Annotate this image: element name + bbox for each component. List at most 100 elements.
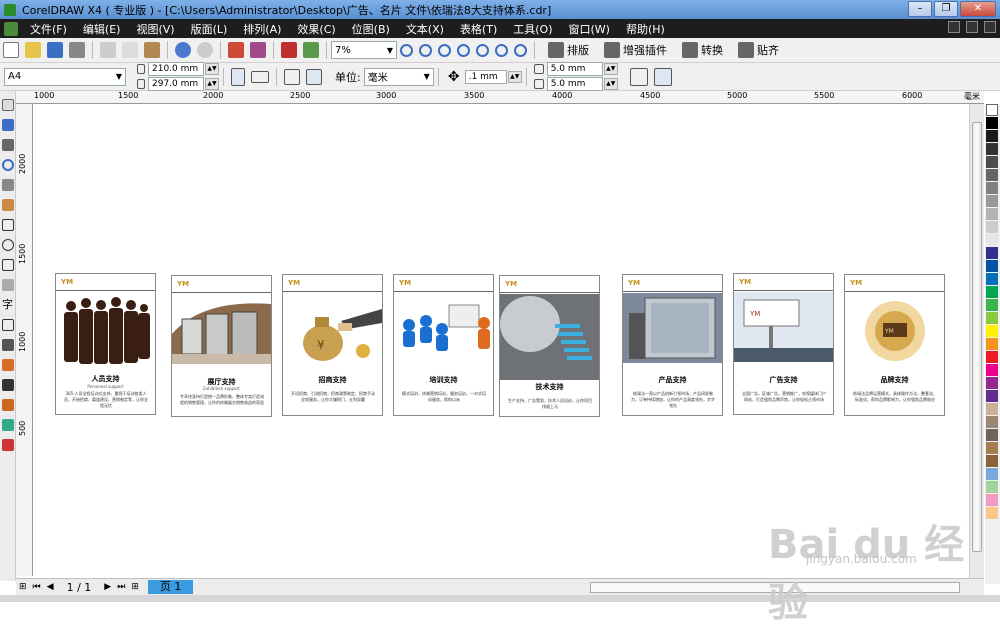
last-page-icon[interactable]: ⏭ — [117, 582, 125, 592]
nudge-field[interactable]: .1 mm — [464, 69, 507, 84]
smart-fill-tool-icon[interactable] — [2, 199, 14, 211]
card-technology[interactable]: YM 技术支持 生产支持，广告策划，技术人员培训，让你项目排顺上马 — [499, 275, 600, 417]
redo-icon[interactable] — [197, 42, 213, 58]
card-product[interactable]: YM 产品支持 依瑞法一直以产品创新引领市场，产品研发聚力，订单持续增加，让你的… — [622, 274, 723, 416]
undo-icon[interactable] — [175, 42, 191, 58]
save-icon[interactable] — [47, 42, 63, 58]
menu-layout[interactable]: 版面(L) — [183, 21, 236, 37]
previous-page-icon[interactable]: ◀ — [47, 582, 54, 592]
menu-tools[interactable]: 工具(O) — [505, 21, 560, 37]
units-combo[interactable]: 毫米 ▼ — [363, 67, 434, 86]
menu-help[interactable]: 帮助(H) — [618, 21, 673, 37]
color-swatch[interactable] — [986, 364, 998, 376]
rectangle-tool-icon[interactable] — [2, 219, 14, 231]
zoom-page-icon[interactable] — [476, 43, 489, 57]
color-swatch[interactable] — [986, 117, 998, 129]
application-launcher-icon[interactable] — [281, 42, 297, 58]
color-swatch[interactable] — [986, 156, 998, 168]
document-icon[interactable] — [4, 21, 18, 36]
nudge-spinner[interactable]: ▲▼ — [507, 70, 522, 83]
color-swatch[interactable] — [986, 221, 998, 233]
color-swatch[interactable] — [986, 143, 998, 155]
zoom-out-icon[interactable] — [419, 43, 432, 57]
plugin-enhance-button[interactable]: 增强插件 — [601, 42, 667, 58]
duplicate-y-spinner[interactable]: ▲▼ — [603, 78, 618, 90]
table-tool-icon[interactable] — [2, 319, 14, 331]
all-pages-icon[interactable] — [284, 68, 300, 85]
zoom-width-icon[interactable] — [495, 43, 508, 57]
card-advertising[interactable]: YM YM 广告支持 全国广告，区域广告，营销推广，央视媒体门户网站，打造强势品… — [733, 273, 834, 415]
plugin-typeset-button[interactable]: 排版 — [545, 42, 589, 58]
export-icon[interactable] — [250, 42, 266, 58]
card-personnel[interactable]: YM 人员支持 Personnel support 365 人员全程培训式支持，… — [55, 273, 156, 415]
doc-restore-button[interactable] — [966, 21, 978, 33]
zoom-selected-icon[interactable] — [438, 43, 451, 57]
print-icon[interactable] — [69, 42, 85, 58]
card-showroom[interactable]: YM 展厅支持 Exhibition support 专享终身持打造统一品牌形象… — [171, 275, 272, 417]
menu-arrange[interactable]: 排列(A) — [235, 21, 289, 37]
pick-tool-icon[interactable] — [2, 99, 14, 111]
color-swatch[interactable] — [986, 169, 998, 181]
doc-close-button[interactable] — [984, 21, 996, 33]
page-height-spinner[interactable]: ▲▼ — [205, 78, 219, 90]
text-tool-icon[interactable]: 字 — [2, 299, 14, 311]
color-swatch[interactable] — [986, 208, 998, 220]
eyedropper-tool-icon[interactable] — [2, 379, 14, 391]
menu-view[interactable]: 视图(V) — [128, 21, 182, 37]
outline-tool-icon[interactable] — [2, 399, 14, 411]
color-swatch[interactable] — [986, 390, 998, 402]
color-swatch[interactable] — [986, 429, 998, 441]
paper-size-combo[interactable]: A4 ▼ — [4, 67, 126, 86]
zoom-level-combo[interactable]: 7% ▼ — [331, 41, 397, 59]
shape-tool-icon[interactable] — [2, 119, 14, 131]
color-swatch[interactable] — [986, 455, 998, 467]
basic-shapes-tool-icon[interactable] — [2, 279, 14, 291]
duplicate-y-field[interactable]: 5.0 mm — [546, 77, 603, 91]
dimension-tool-icon[interactable] — [2, 339, 14, 351]
duplicate-x-spinner[interactable]: ▲▼ — [603, 63, 618, 75]
menu-text[interactable]: 文本(X) — [398, 21, 452, 37]
color-swatch[interactable] — [986, 182, 998, 194]
color-swatch[interactable] — [986, 494, 998, 506]
color-swatch[interactable] — [986, 351, 998, 363]
copy-icon[interactable] — [122, 42, 138, 58]
color-swatch[interactable] — [986, 273, 998, 285]
color-swatch[interactable] — [986, 130, 998, 142]
color-swatch[interactable] — [986, 234, 998, 246]
landscape-icon[interactable] — [251, 70, 269, 83]
crop-tool-icon[interactable] — [2, 139, 14, 151]
zoom-tool-icon[interactable] — [2, 159, 14, 171]
fill-tool-icon[interactable] — [2, 419, 14, 431]
page-height-field[interactable]: 297.0 mm — [148, 77, 204, 91]
color-swatch[interactable] — [986, 195, 998, 207]
vertical-scrollbar[interactable] — [969, 104, 984, 578]
color-swatch[interactable] — [986, 247, 998, 259]
color-swatch[interactable] — [986, 260, 998, 272]
add-page-after-icon[interactable]: ⊞ — [131, 582, 139, 592]
menu-window[interactable]: 窗口(W) — [561, 21, 618, 37]
drawing-canvas[interactable]: YM 人员支持 Personnel support 365 人员全程培训式支持，… — [34, 104, 969, 576]
duplicate-x-field[interactable]: 5.0 mm — [546, 62, 603, 76]
card-investment[interactable]: YM ¥ 招商支持 开设招商、引流招商，招商政策制定、招商手动全程服务，让你大赚… — [282, 274, 383, 416]
paste-icon[interactable] — [144, 42, 160, 58]
color-swatch[interactable] — [986, 468, 998, 480]
color-swatch[interactable] — [986, 377, 998, 389]
portrait-icon[interactable] — [231, 67, 245, 86]
welcome-screen-icon[interactable] — [303, 42, 319, 58]
new-icon[interactable] — [3, 42, 19, 58]
close-button[interactable]: ✕ — [960, 1, 996, 17]
add-page-icon[interactable]: ⊞ — [19, 582, 27, 592]
page-width-spinner[interactable]: ▲▼ — [205, 63, 219, 75]
color-swatch[interactable] — [986, 416, 998, 428]
open-icon[interactable] — [25, 42, 41, 58]
cut-icon[interactable] — [100, 42, 116, 58]
color-swatch[interactable] — [986, 312, 998, 324]
vertical-scrollbar-thumb[interactable] — [972, 122, 982, 552]
color-swatch[interactable] — [986, 403, 998, 415]
interactive-fill-tool-icon[interactable] — [2, 439, 14, 451]
zoom-in-icon[interactable] — [400, 43, 413, 57]
options-icon[interactable] — [653, 67, 672, 86]
color-swatch[interactable] — [986, 481, 998, 493]
minimize-button[interactable]: – — [908, 1, 932, 17]
polygon-tool-icon[interactable] — [2, 259, 14, 271]
